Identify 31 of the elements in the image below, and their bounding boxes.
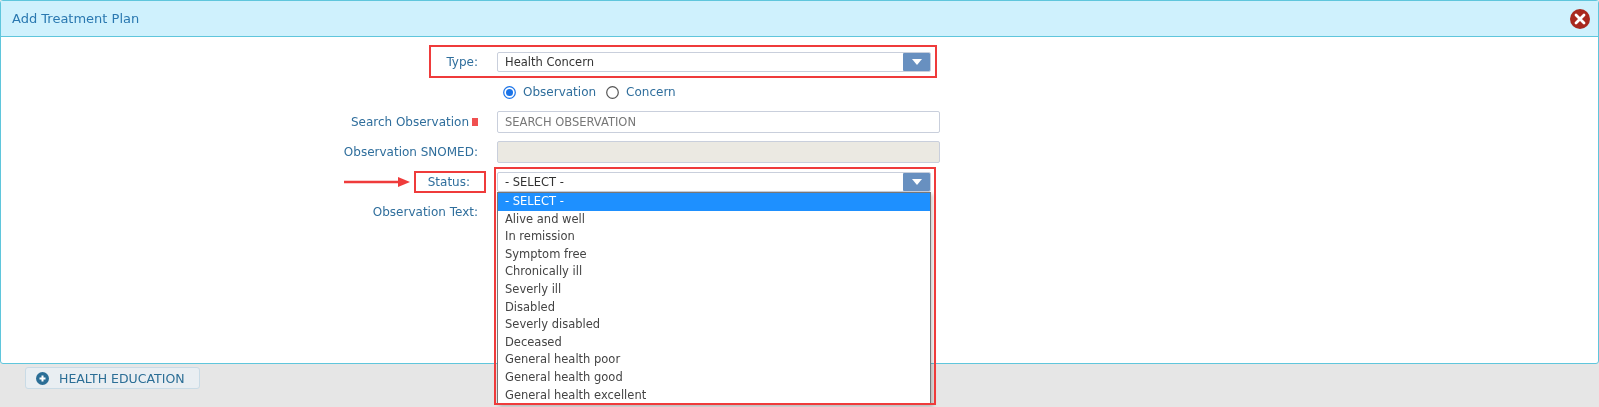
dropdown-option[interactable]: Severly ill xyxy=(498,280,930,299)
radio-icon[interactable] xyxy=(606,85,620,99)
close-icon[interactable] xyxy=(1570,8,1590,29)
dialog-title: Add Treatment Plan xyxy=(12,11,140,26)
plus-icon xyxy=(36,371,49,385)
field-label: Observation Text: xyxy=(372,205,478,219)
radio-option[interactable]: Concern xyxy=(606,85,676,99)
search-field[interactable]: SEARCH OBSERVATION xyxy=(497,111,940,133)
dropdown-button[interactable] xyxy=(903,53,930,71)
field-label: Type: xyxy=(446,55,478,69)
dropdown-option[interactable]: Deceased xyxy=(498,333,930,352)
dropdown-option[interactable]: In remission xyxy=(498,228,930,246)
caret-icon xyxy=(911,179,922,185)
section-button[interactable]: HEALTH EDUCATION xyxy=(25,367,200,389)
dropdown-option[interactable]: Chronically ill xyxy=(498,263,930,281)
status-select[interactable]: - SELECT - xyxy=(497,172,931,192)
field-label: Search Observation xyxy=(350,115,469,129)
dropdown-option[interactable]: Alive and well xyxy=(498,210,930,229)
dropdown-option[interactable]: Severly disabled xyxy=(498,316,930,334)
field-label: Observation SNOMED: xyxy=(343,145,478,159)
caret-icon xyxy=(911,59,922,65)
radio-option[interactable]: Observation xyxy=(503,85,597,99)
dropdown-button[interactable] xyxy=(903,173,930,191)
radio-icon[interactable] xyxy=(503,85,516,99)
dropdown-option[interactable]: General health good xyxy=(498,368,930,387)
dropdown-option[interactable]: Disabled xyxy=(498,298,930,317)
field-label: Status: xyxy=(413,171,486,193)
dropdown-option[interactable]: General health excellent xyxy=(498,386,930,405)
dropdown-option[interactable]: General health poor xyxy=(498,351,930,369)
dropdown-option[interactable]: Symptom free xyxy=(498,245,930,264)
type-select[interactable]: Health Concern xyxy=(497,52,931,72)
